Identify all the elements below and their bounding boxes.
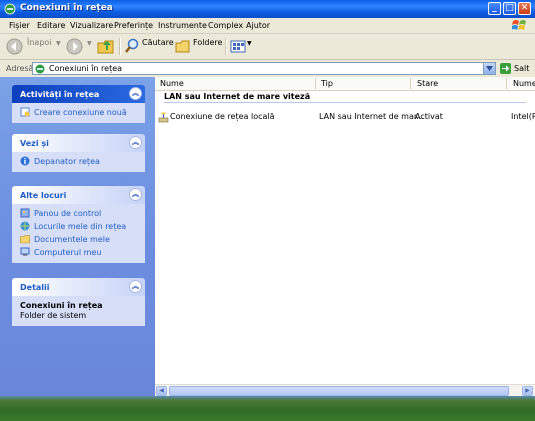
desktop-wallpaper — [0, 395, 535, 421]
column-header-name[interactable]: Nume — [160, 79, 184, 88]
panel-other-places: Alte locuri ︽ Panou de control Locurile … — [12, 186, 145, 263]
horizontal-scrollbar[interactable]: ◀ ▶ — [155, 384, 535, 396]
menu-advanced[interactable]: Complex — [208, 21, 243, 30]
close-button[interactable]: ✕ — [518, 2, 531, 15]
group-divider — [164, 102, 526, 103]
menu-bar: Fișier Editare Vizualizare Preferințe In… — [0, 18, 535, 34]
folder-icon — [20, 235, 30, 244]
network-places-icon — [20, 221, 30, 231]
panel-see-also: Vezi și ︽ Depanator rețea — [12, 134, 145, 172]
new-connection-icon — [20, 107, 30, 117]
list-item[interactable]: Conexiune de rețea locală LAN sau Intern… — [155, 112, 535, 124]
back-button[interactable]: Înapoi — [27, 38, 52, 47]
panel-details: Detalii ︽ Conexiuni în rețea Folder de s… — [12, 278, 145, 326]
panel-header[interactable]: Vezi și ︽ — [12, 134, 145, 152]
details-type: Folder de sistem — [20, 311, 87, 320]
panel-body: Depanator rețea — [12, 152, 145, 172]
address-dropdown-button[interactable] — [483, 62, 496, 75]
chevron-down-icon — [486, 66, 493, 71]
back-dropdown-icon[interactable]: ▼ — [56, 40, 61, 47]
group-header: LAN sau Internet de mare viteză — [164, 92, 311, 101]
cell-name: Conexiune de rețea locală — [170, 112, 275, 121]
folders-icon[interactable] — [175, 38, 191, 55]
link-my-documents[interactable]: Documentele mele — [12, 233, 145, 246]
help-info-icon — [20, 156, 30, 166]
windows-logo-icon — [512, 20, 526, 30]
address-field[interactable]: Conexiuni în rețea — [32, 62, 496, 75]
panel-title: Detalii — [20, 283, 50, 292]
title-bar[interactable]: Conexiuni în rețea _ □ ✕ — [0, 0, 535, 18]
cell-device: Intel(R — [511, 112, 535, 121]
search-icon[interactable] — [124, 38, 140, 55]
lan-connection-icon — [158, 112, 169, 123]
search-button[interactable]: Căutare — [142, 38, 174, 47]
menu-favorites[interactable]: Preferințe — [114, 21, 153, 30]
link-my-network-places[interactable]: Locurile mele din rețea — [12, 220, 145, 233]
panel-body: Conexiuni în rețea Folder de sistem — [12, 296, 145, 326]
control-panel-icon — [20, 208, 30, 218]
panel-network-tasks: Activități în rețea ︽ Creare conexiune n… — [12, 85, 145, 123]
collapse-chevron-icon[interactable]: ︽ — [129, 188, 142, 201]
column-divider[interactable] — [506, 78, 507, 89]
go-button[interactable]: Salt — [514, 64, 529, 73]
panel-title: Vezi și — [20, 139, 49, 148]
menu-view[interactable]: Vizualizare — [70, 21, 113, 30]
details-name: Conexiuni în rețea — [20, 301, 103, 310]
collapse-chevron-icon[interactable]: ︽ — [129, 87, 142, 100]
column-header-device[interactable]: Nume — [513, 79, 535, 88]
link-my-computer[interactable]: Computerul meu — [12, 246, 145, 259]
panel-title: Activități în rețea — [20, 90, 100, 99]
toolbar-separator — [119, 38, 121, 55]
back-arrow-icon[interactable] — [6, 38, 23, 55]
forward-dropdown-icon[interactable]: ▼ — [87, 40, 92, 47]
cell-status: Activat — [415, 112, 443, 121]
column-divider[interactable] — [410, 78, 411, 89]
maximize-button[interactable]: □ — [503, 2, 516, 15]
column-header-status[interactable]: Stare — [417, 79, 438, 88]
address-label: Adresă — [6, 64, 34, 73]
forward-arrow-icon[interactable] — [66, 38, 83, 55]
address-value: Conexiuni în rețea — [49, 64, 123, 73]
menu-tools[interactable]: Instrumente — [158, 21, 207, 30]
network-connections-icon — [35, 64, 45, 74]
panel-header[interactable]: Activități în rețea ︽ — [12, 85, 145, 103]
views-icon[interactable] — [230, 38, 246, 55]
explorer-window: Conexiuni în rețea _ □ ✕ Fișier Editare … — [0, 0, 535, 396]
menu-help[interactable]: Ajutor — [246, 21, 270, 30]
menu-edit[interactable]: Editare — [37, 21, 65, 30]
collapse-chevron-icon[interactable]: ︽ — [129, 280, 142, 293]
panel-header[interactable]: Detalii ︽ — [12, 278, 145, 296]
task-pane: Activități în rețea ︽ Creare conexiune n… — [0, 77, 155, 396]
scroll-thumb[interactable] — [169, 386, 509, 396]
task-create-connection[interactable]: Creare conexiune nouă — [12, 106, 145, 119]
panel-header[interactable]: Alte locuri ︽ — [12, 186, 145, 204]
link-network-troubleshooter[interactable]: Depanator rețea — [12, 155, 145, 168]
column-divider[interactable] — [315, 78, 316, 89]
panel-body: Creare conexiune nouă — [12, 103, 145, 123]
collapse-chevron-icon[interactable]: ︽ — [129, 136, 142, 149]
go-arrow-icon[interactable] — [500, 63, 511, 74]
up-folder-icon[interactable] — [97, 38, 115, 55]
scroll-left-button[interactable]: ◀ — [156, 386, 167, 396]
column-header-type[interactable]: Tip — [321, 79, 333, 88]
toolbar-separator — [225, 38, 227, 55]
cell-type: LAN sau Internet de mar... — [319, 112, 425, 121]
scroll-right-button[interactable]: ▶ — [522, 386, 533, 396]
window-title: Conexiuni în rețea — [20, 3, 113, 13]
toolbar: Înapoi ▼ ▼ Căutare Foldere ▼ — [0, 34, 535, 60]
network-connections-icon — [4, 3, 16, 15]
list-header: Nume Tip Stare Nume — [155, 77, 535, 91]
panel-body: Panou de control Locurile mele din rețea… — [12, 204, 145, 263]
panel-title: Alte locuri — [20, 191, 67, 200]
menu-file[interactable]: Fișier — [9, 21, 30, 30]
computer-icon — [20, 247, 30, 256]
folders-button[interactable]: Foldere — [193, 38, 222, 47]
file-list: Nume Tip Stare Nume LAN sau Internet de … — [155, 77, 535, 396]
views-dropdown-icon[interactable]: ▼ — [247, 40, 252, 47]
minimize-button[interactable]: _ — [488, 2, 501, 15]
address-bar: Adresă Conexiuni în rețea Salt — [0, 60, 535, 77]
link-control-panel[interactable]: Panou de control — [12, 207, 145, 220]
